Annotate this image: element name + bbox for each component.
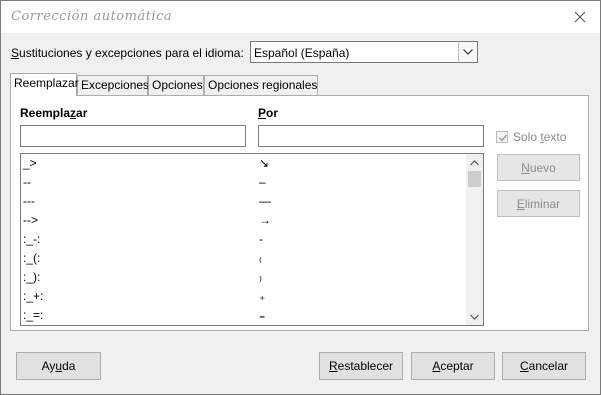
with-cell: ₊	[259, 289, 266, 303]
title-bar: Corrección automática	[1, 1, 600, 33]
close-icon	[574, 11, 586, 23]
scroll-up-button[interactable]	[466, 154, 483, 171]
help-button-label: Ayuda	[41, 359, 76, 373]
ok-button[interactable]: Aceptar	[411, 352, 495, 380]
table-scrollbar[interactable]	[466, 154, 483, 325]
replace-cell: :_-:	[23, 232, 41, 246]
delete-button-label: Eliminar	[516, 196, 561, 211]
replace-panel: Reemplazar Por Solo texto Nuevo Eliminar…	[10, 95, 589, 331]
help-button[interactable]: Ayuda	[16, 352, 101, 380]
replace-cell: :_(:	[23, 251, 41, 265]
table-row[interactable]: :_(: ₍	[21, 249, 467, 268]
window-title: Corrección automática	[11, 9, 173, 24]
with-cell: ↘	[259, 156, 270, 170]
with-column-label: Por	[258, 106, 279, 120]
reset-button[interactable]: Restablecer	[319, 352, 403, 380]
with-cell: –	[259, 175, 266, 189]
replace-cell: _>	[23, 156, 37, 170]
chevron-down-icon	[458, 42, 477, 62]
checkmark-icon	[499, 134, 508, 142]
replace-cell: :_):	[23, 270, 41, 284]
replace-cell: ---	[23, 194, 35, 208]
with-cell: -	[259, 232, 263, 246]
delete-button[interactable]: Eliminar	[497, 190, 580, 217]
table-row[interactable]: --> →	[21, 211, 467, 230]
replace-cell: :_+:	[23, 289, 44, 303]
table-row[interactable]: :_=: ₌	[21, 306, 467, 325]
checkbox-box[interactable]	[496, 131, 508, 143]
close-button[interactable]	[560, 1, 600, 33]
language-selected-value: Español (España)	[254, 46, 350, 60]
tab-opciones-regionales[interactable]: Opciones regionales	[204, 75, 318, 95]
table-row[interactable]: _> ↘	[21, 154, 467, 173]
scroll-thumb[interactable]	[468, 171, 481, 187]
autocorrect-dialog: Corrección automática Sustituciones y ex…	[0, 0, 601, 395]
with-cell: ₎	[259, 270, 262, 284]
table-row[interactable]: -- –	[21, 173, 467, 192]
new-button-label: Nuevo	[521, 160, 556, 175]
tab-excepciones[interactable]: Excepciones	[77, 75, 149, 95]
replacement-table[interactable]: _> ↘ -- – --- — --> → :_-: - :_(: ₍ :_): ₎ :_+:…	[20, 153, 484, 326]
tab-opciones[interactable]: Opciones	[148, 75, 204, 95]
table-row[interactable]: --- —	[21, 192, 467, 211]
table-row[interactable]: :_+: ₊	[21, 287, 467, 306]
language-select[interactable]: Español (España)	[250, 41, 478, 63]
table-row[interactable]: :_-: -	[21, 230, 467, 249]
tab-reemplazar[interactable]: Reemplazar	[10, 73, 79, 96]
replace-cell: --	[23, 175, 31, 189]
table-row[interactable]: :_): ₎	[21, 268, 467, 287]
with-cell: ₌	[259, 308, 266, 322]
text-only-checkbox[interactable]: Solo texto	[496, 129, 566, 145]
scroll-down-button[interactable]	[466, 308, 483, 325]
cancel-button-label: Cancelar	[519, 359, 569, 373]
chevron-down-icon	[470, 314, 479, 320]
with-cell: →	[259, 213, 271, 227]
with-cell: —	[259, 194, 271, 208]
text-only-label: Solo texto	[513, 130, 567, 144]
new-button[interactable]: Nuevo	[497, 154, 580, 181]
replace-column-label: Reemplazar	[20, 106, 88, 120]
replace-cell: :_=:	[23, 308, 44, 322]
replace-input[interactable]	[20, 125, 246, 147]
replace-cell: -->	[23, 213, 38, 227]
ok-button-label: Aceptar	[432, 359, 474, 373]
language-label-rest: ustituciones y excepciones para el idiom…	[19, 46, 244, 60]
language-label: Sustituciones y excepciones para el idio…	[11, 46, 244, 60]
cancel-button[interactable]: Cancelar	[502, 352, 586, 380]
chevron-up-icon	[470, 159, 479, 165]
reset-button-label: Restablecer	[328, 359, 394, 373]
with-cell: ₍	[259, 251, 262, 265]
with-input[interactable]	[258, 125, 484, 147]
